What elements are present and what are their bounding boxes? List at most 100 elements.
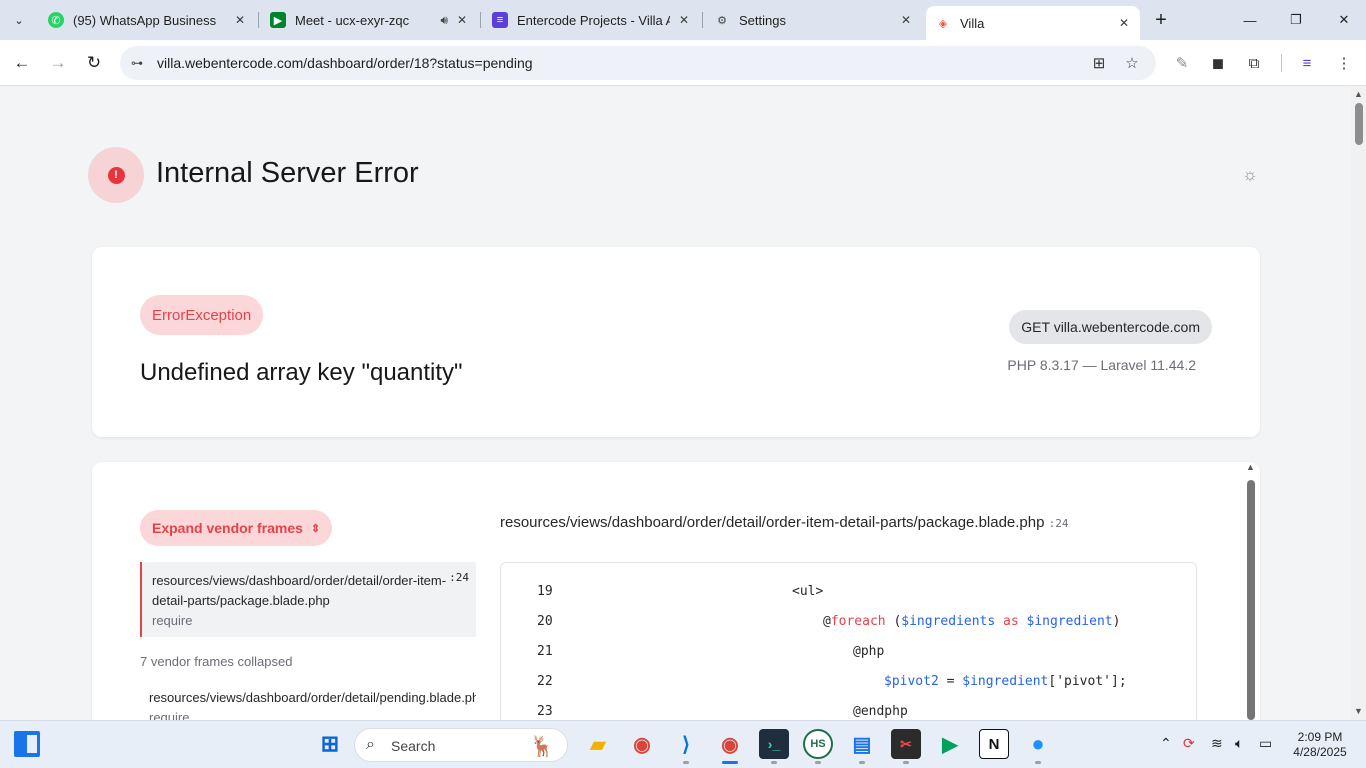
forward-arrow-icon[interactable]: → [46,51,70,75]
new-tab-icon[interactable]: + [1150,9,1172,31]
stack-trace-card: Expand vendor frames ⇕ resources/views/d… [92,462,1260,720]
code-file-header: resources/views/dashboard/order/detail/o… [500,514,1069,531]
reload-icon[interactable]: ↻ [82,51,106,75]
sync-icon[interactable]: ⟳ [1183,735,1195,752]
code-text: @foreach ($ingredients as $ingredient) [823,614,1121,629]
wifi-icon[interactable]: ≋ [1211,735,1223,752]
settings-icon: ⚙ [717,14,727,27]
extension-a-icon[interactable]: ◼ [1207,52,1229,74]
minimize-icon[interactable]: — [1238,8,1262,32]
entercode-icon: ≡ [492,12,508,28]
tab-villa[interactable]: ◈ Villa ✕ [926,6,1140,40]
close-icon[interactable]: ✕ [676,12,692,28]
expand-vendor-frames-button[interactable]: Expand vendor frames ⇕ [140,510,333,546]
scroll-up-arrow-icon[interactable]: ▲ [1353,89,1364,99]
taskbar-clock[interactable]: 2:09 PM 4/28/2025 [1288,730,1352,760]
notepad-icon[interactable]: ▤ [847,729,877,759]
snipping-tool-icon[interactable]: ✂ [891,729,921,759]
tab-separator [258,12,259,28]
close-icon[interactable]: ✕ [898,12,914,28]
code-snippet: 19 <ul> 20 @foreach ($ingredients as $in… [500,562,1197,720]
window-close-icon[interactable]: ✕ [1332,8,1356,32]
tab-separator [480,12,481,28]
tab-title: (95) WhatsApp Business [73,12,217,28]
terminal-icon[interactable]: ›_ [759,729,789,759]
close-icon[interactable]: ✕ [1116,15,1132,31]
app-running-indicator [903,761,909,764]
toolbar-separator [1281,54,1282,72]
bookmark-star-icon[interactable]: ☆ [1122,53,1142,73]
code-line: 20 @foreach ($ingredients as $ingredient… [501,607,1196,637]
line-number: 19 [537,584,553,599]
extensions-puzzle-icon[interactable]: ⧉ [1243,52,1265,74]
code-file-line: :24 [1048,517,1069,530]
back-arrow-icon[interactable]: ← [10,51,34,75]
frame-line: :24 [449,571,469,584]
translate-icon[interactable]: ⊞ [1089,53,1109,73]
app-running-indicator [815,761,821,764]
tab-entercode[interactable]: ≡ Entercode Projects - Villa Ap ✕ [492,6,692,34]
page-scrollbar[interactable]: ▲ ▼ [1351,87,1366,720]
laravel-icon: ◈ [938,17,948,30]
code-line: 22 $pivot2 = $ingredient['pivot']; [501,667,1196,697]
tab-strip: ⌄ ✆ (95) WhatsApp Business ✕ ▶ Meet - uc… [0,0,1366,40]
expand-label: Expand vendor frames [152,520,303,536]
battery-icon[interactable]: ▭ [1259,735,1272,752]
elephant-app-icon[interactable]: ● [1023,729,1053,759]
profile-icon[interactable]: ≡ [1296,52,1318,74]
code-line: 19 <ul> [501,577,1196,607]
code-file-path: resources/views/dashboard/order/detail/o… [500,514,1045,531]
scroll-down-arrow-icon[interactable]: ▼ [1353,706,1364,716]
page-content: ! Internal Server Error ☼ ErrorException… [0,87,1351,720]
search-placeholder: Search [391,738,436,754]
vscode-icon[interactable]: ⟩ [671,729,701,759]
search-highlight-icon: 🦌 [529,735,555,758]
notion-icon[interactable]: N [979,729,1009,759]
url-text[interactable]: villa.webentercode.com/dashboard/order/1… [157,55,533,71]
scroll-thumb[interactable] [1355,103,1363,145]
exception-type-badge: ErrorException [140,295,264,335]
exception-card: ErrorException Undefined array key "quan… [92,247,1260,437]
pen-icon[interactable]: ✎ [1171,52,1193,74]
code-line: 21 @php [501,637,1196,667]
tray-chevron-up-icon[interactable]: ⌃ [1160,735,1172,752]
frame-path: resources/views/dashboard/order/detail/p… [149,690,476,705]
tab-whatsapp[interactable]: ✆ (95) WhatsApp Business ✕ [48,6,248,34]
sun-theme-icon[interactable]: ☼ [1240,165,1260,185]
tab-search-chevron-icon[interactable]: ⌄ [7,8,31,32]
page-title: Internal Server Error [156,157,419,189]
line-number: 22 [537,674,553,689]
frame-path: resources/views/dashboard/order/detail/o… [152,573,447,608]
tab-meet[interactable]: ▶ Meet - ucx-exyr-zqc 🔊︎ ✕ [270,6,470,34]
line-number: 23 [537,704,553,719]
app-running-indicator [859,761,865,764]
code-text: <ul> [792,584,824,599]
file-explorer-icon[interactable]: ▰ [583,729,613,759]
volume-icon[interactable]: 🔈︎ [1235,735,1243,752]
speaker-icon[interactable]: 🔊︎ [440,13,448,28]
taskbar-search[interactable]: ⌕ Search 🦌 [354,728,568,762]
meet-app-icon[interactable]: ▶ [935,729,965,759]
close-icon[interactable]: ✕ [232,12,248,28]
browser-toolbar: ← → ↻ ⊶ villa.webentercode.com/dashboard… [0,40,1366,86]
close-icon[interactable]: ✕ [454,12,470,28]
scroll-thumb[interactable] [1247,480,1255,720]
stack-frame-active[interactable]: resources/views/dashboard/order/detail/o… [140,562,476,637]
chrome-profile-icon[interactable]: ◉ [715,729,745,759]
restore-icon[interactable]: ❐ [1284,8,1308,32]
widgets-icon[interactable] [14,731,40,757]
heidisql-icon[interactable]: HS [803,729,833,759]
windows-start-icon[interactable]: ⊞ [315,729,345,759]
address-bar[interactable]: ⊶ villa.webentercode.com/dashboard/order… [120,46,1156,80]
stack-frame[interactable]: resources/views/dashboard/order/detail/p… [149,688,476,720]
code-line: 23 @endphp [501,697,1196,720]
chrome-icon[interactable]: ◉ [627,729,657,759]
menu-kebab-icon[interactable]: ⋮ [1333,52,1355,74]
tab-settings[interactable]: ⚙ Settings ✕ [714,6,914,34]
code-text: @php [853,644,885,659]
vendor-collapsed-text[interactable]: 7 vendor frames collapsed [140,654,292,669]
site-info-icon[interactable]: ⊶ [127,53,147,73]
tab-separator [702,12,703,28]
scroll-up-arrow-icon[interactable]: ▲ [1246,462,1255,472]
stack-scrollbar[interactable]: ▲ [1245,462,1257,720]
